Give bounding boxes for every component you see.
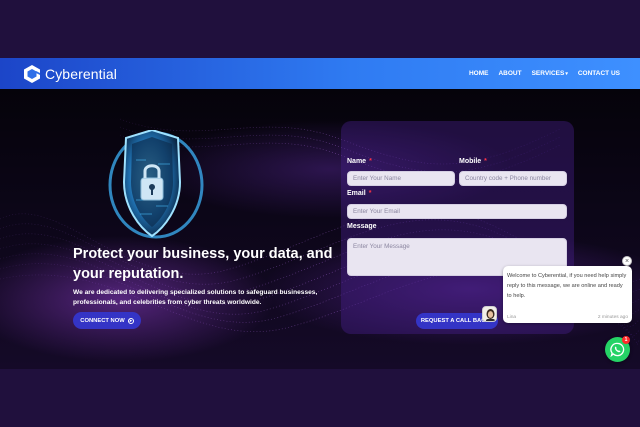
mobile-label-text: Mobile: [459, 158, 482, 165]
nav-about[interactable]: ABOUT: [498, 70, 521, 77]
chevron-down-icon: ▾: [565, 71, 568, 77]
chat-agent-name: Lina: [507, 315, 517, 320]
brand[interactable]: Cyberential: [22, 64, 117, 84]
email-label: Email *: [347, 190, 371, 197]
brand-name: Cyberential: [45, 65, 117, 82]
whatsapp-icon: [610, 342, 625, 357]
notification-badge: 1: [622, 336, 630, 344]
chat-message: Welcome to Cyberential, if you need help…: [507, 273, 627, 299]
name-label-text: Name: [347, 158, 367, 165]
email-input[interactable]: Enter Your Email: [347, 204, 567, 219]
top-navbar: Cyberential HOME ABOUT SERVICES▾ CONTACT…: [0, 58, 640, 89]
nav-menu: HOME ABOUT SERVICES▾ CONTACT US: [469, 70, 620, 77]
nav-contact[interactable]: CONTACT US: [578, 70, 620, 77]
chat-timestamp: 2 minutes ago: [597, 315, 628, 320]
logo-mark-icon: [24, 64, 40, 83]
shield-lock-icon: [108, 130, 204, 239]
required-mark: *: [368, 190, 372, 197]
nav-home[interactable]: HOME: [469, 70, 489, 77]
hero-subtitle: We are dedicated to delivering specializ…: [73, 289, 318, 306]
avatar: [482, 306, 497, 322]
email-label-text: Email: [347, 190, 366, 197]
message-label: Message: [347, 223, 377, 230]
nav-services[interactable]: SERVICES▾: [532, 70, 568, 77]
name-label: Name *: [347, 158, 372, 165]
hero-title: Protect your business, your data, and yo…: [73, 246, 333, 282]
arrow-circle-icon: ➤: [127, 317, 134, 324]
agent-avatar-icon: [483, 307, 496, 321]
connect-now-button[interactable]: CONNECT NOW ➤: [73, 312, 141, 329]
hero-section: Protect your business, your data, and yo…: [0, 89, 640, 369]
required-mark: *: [484, 158, 487, 165]
name-input[interactable]: Enter Your Name: [347, 171, 455, 186]
chat-popup[interactable]: Welcome to Cyberential, if you need help…: [503, 266, 632, 323]
chat-footer: Lina 2 minutes ago: [507, 315, 628, 320]
nav-services-label: SERVICES: [531, 70, 565, 77]
required-mark: *: [369, 158, 372, 165]
close-icon[interactable]: ×: [622, 256, 632, 266]
connect-now-label: CONNECT NOW: [80, 317, 125, 324]
mobile-label: Mobile *: [459, 158, 487, 165]
mobile-input[interactable]: Country code + Phone number: [459, 171, 567, 186]
